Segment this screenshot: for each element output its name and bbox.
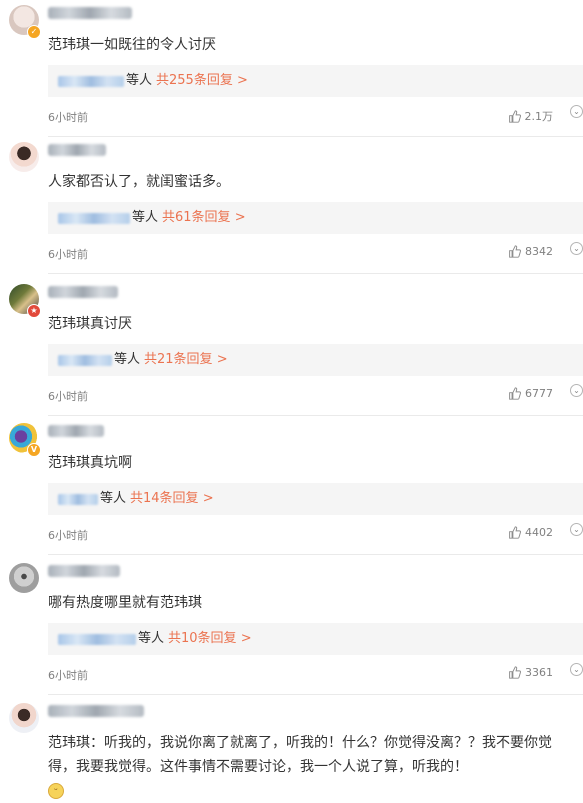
vip-badge-icon: ★ <box>27 304 41 318</box>
username-blurred[interactable] <box>48 705 144 717</box>
like-button[interactable]: 3361 <box>508 666 553 679</box>
comment-text-body: 范玮琪：听我的，我说你离了就离了，听我的！什么？你觉得没离？？我不要你觉得，我要… <box>48 735 552 775</box>
reply-usernames-blurred <box>58 634 136 645</box>
comment-text: 范玮琪真讨厌 <box>48 316 132 332</box>
comment-time: 6小时前 <box>48 248 88 261</box>
comment-text: 范玮琪一如既往的令人讨厌 <box>48 37 216 53</box>
thumbs-up-icon <box>508 109 521 123</box>
comment-text: 范玮琪真坑啊 <box>48 455 132 471</box>
reply-suffix: 等人 <box>126 73 153 88</box>
thumbs-up-icon <box>509 666 521 679</box>
like-count: 8342 <box>525 245 553 258</box>
avatar[interactable] <box>9 703 39 733</box>
divider <box>48 273 583 274</box>
like-count: 3361 <box>525 666 553 679</box>
reply-summary[interactable]: 等人 共14条回复 > <box>48 483 583 515</box>
more-options-icon[interactable]: ⌄ <box>570 523 583 536</box>
divider <box>48 694 583 695</box>
view-replies-link[interactable]: 共10条回复 > <box>168 631 252 646</box>
reply-suffix: 等人 <box>100 491 127 506</box>
view-replies-link[interactable]: 共21条回复 > <box>144 352 228 367</box>
comment-text: 哪有热度哪里就有范玮琪 <box>48 595 202 611</box>
verified-badge-icon: V <box>27 443 41 457</box>
reply-usernames-blurred <box>58 213 130 224</box>
like-button[interactable]: 8342 <box>508 245 553 258</box>
like-count: 2.1万 <box>524 110 554 123</box>
divider <box>48 415 583 416</box>
reply-suffix: 等人 <box>132 210 159 225</box>
like-count: 6777 <box>525 387 553 400</box>
view-replies-link[interactable]: 共255条回复 > <box>156 73 248 88</box>
username-blurred[interactable] <box>48 144 106 156</box>
username-blurred[interactable] <box>48 7 132 19</box>
comment-text: 人家都否认了，就闺蜜话多。 <box>48 174 230 190</box>
reply-suffix: 等人 <box>138 631 165 646</box>
view-replies-link[interactable]: 共61条回复 > <box>162 210 246 225</box>
username-blurred[interactable] <box>48 425 104 437</box>
like-button[interactable]: 2.1万 <box>508 108 554 124</box>
username-blurred[interactable] <box>48 286 118 298</box>
reply-summary[interactable]: 等人 共21条回复 > <box>48 344 583 376</box>
like-button[interactable]: 4402 <box>508 526 553 539</box>
more-options-icon[interactable]: ⌄ <box>570 384 583 397</box>
divider <box>48 136 583 137</box>
comment-time: 6小时前 <box>48 111 88 124</box>
reply-suffix: 等人 <box>114 352 141 367</box>
avatar[interactable] <box>9 142 39 172</box>
reply-usernames-blurred <box>58 355 112 366</box>
comment-time: 6小时前 <box>48 529 88 542</box>
divider <box>48 554 583 555</box>
more-options-icon[interactable]: ⌄ <box>570 242 583 255</box>
comment-time: 6小时前 <box>48 669 88 682</box>
comment-text: 范玮琪：听我的，我说你离了就离了，听我的！什么？你觉得没离？？我不要你觉得，我要… <box>48 731 571 803</box>
like-count: 4402 <box>525 526 553 539</box>
reply-summary[interactable]: 等人 共10条回复 > <box>48 623 583 655</box>
avatar[interactable] <box>9 563 39 593</box>
reply-usernames-blurred <box>58 76 124 87</box>
thumbs-up-icon <box>509 245 521 258</box>
more-options-icon[interactable]: ⌄ <box>570 105 583 118</box>
like-button[interactable]: 6777 <box>508 387 553 400</box>
username-blurred[interactable] <box>48 565 120 577</box>
thumbs-up-icon <box>509 526 521 539</box>
reply-summary[interactable]: 等人 共255条回复 > <box>48 65 583 97</box>
reply-summary[interactable]: 等人 共61条回复 > <box>48 202 583 234</box>
verified-badge-icon: ✓ <box>27 25 41 39</box>
reply-usernames-blurred <box>58 494 98 505</box>
view-replies-link[interactable]: 共14条回复 > <box>130 491 214 506</box>
more-options-icon[interactable]: ⌄ <box>570 663 583 676</box>
thumbs-up-icon <box>509 387 521 400</box>
comment-time: 6小时前 <box>48 390 88 403</box>
